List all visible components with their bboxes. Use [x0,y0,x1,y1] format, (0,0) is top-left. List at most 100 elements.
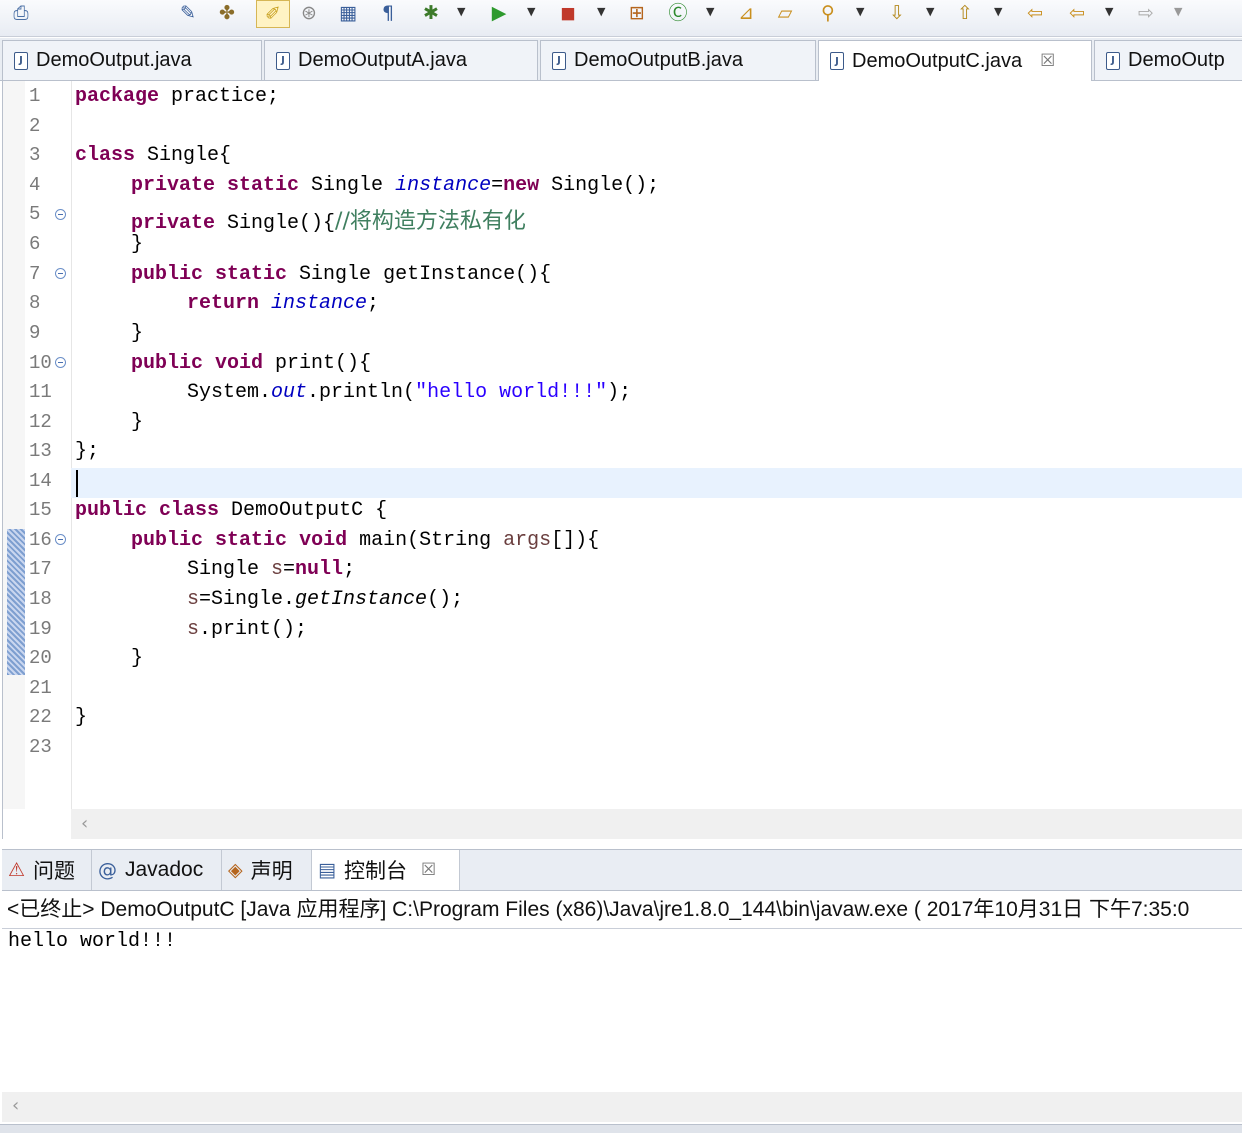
external-tools-icon[interactable]: ⊞ [624,0,650,26]
last-edit-icon[interactable]: ⇦ [1022,0,1048,26]
console-description: <已终止> DemoOutputC [Java 应用程序] C:\Program… [2,891,1242,929]
line-number: 13 [29,440,52,462]
line-number: 19 [29,618,52,640]
fold-icon[interactable] [55,534,66,545]
code-line: public static Single getInstance(){ [131,263,552,286]
chevron-down-icon[interactable]: ▼ [597,5,605,18]
code-editor[interactable]: 1 2 3 4 5 6 7 8 9 10 11 12 13 14 15 16 17 18 19 20 21 22 23 pa… [2,81,1242,839]
line-number: 15 [29,499,52,521]
line-number: 22 [29,706,52,728]
breakpoint-icon[interactable]: ⊛ [296,0,322,26]
code-line: }; [75,440,100,463]
tab-demooutputb[interactable]: J DemoOutputB.java [540,40,816,80]
line-number: 10 [29,352,52,374]
tab-label: DemoOutputB.java [574,49,743,71]
run-icon[interactable]: ▶ [486,0,512,26]
chevron-left-icon[interactable]: ‹ [12,1095,19,1116]
line-number: 7 [29,263,41,285]
views-tab-bar: ⚠ 问题 @ Javadoc ◈ 声明 ▤ 控制台 ☒ [2,849,1242,891]
fold-icon[interactable] [55,357,66,368]
code-line: private static Single instance=new Singl… [131,174,660,197]
chevron-down-icon[interactable]: ▼ [1174,5,1182,18]
highlight-icon[interactable]: ✐ [256,0,290,28]
tab-label: DemoOutputA.java [298,49,467,71]
tab-label: 问题 [33,860,76,883]
line-number: 1 [29,85,41,107]
line-number: 2 [29,115,41,137]
quick-diff-marker [7,529,25,675]
tab-demooutputc[interactable]: J DemoOutputC.java ☒ [818,40,1092,81]
text-caret [76,470,78,497]
fold-icon[interactable] [55,268,66,279]
printer-icon[interactable]: ⎙ [8,0,34,26]
line-number: 11 [29,381,52,403]
close-icon[interactable]: ☒ [421,860,436,880]
debug-icon[interactable]: ✱ [418,0,444,26]
tab-problems[interactable]: ⚠ 问题 [2,850,92,890]
java-file-icon: J [1106,51,1120,70]
tab-console[interactable]: ▤ 控制台 ☒ [312,850,460,890]
console-horizontal-scrollbar[interactable]: ‹ [2,1092,1242,1122]
chevron-down-icon[interactable]: ▼ [856,5,864,18]
code-line: private Single(){//将构造方法私有化 [131,209,526,235]
editor-horizontal-scrollbar[interactable]: ‹ [71,809,1242,839]
editor-tab-bar: J DemoOutput.java J DemoOutputA.java J D… [0,38,1242,81]
declaration-icon: ◈ [228,859,243,881]
line-number: 12 [29,411,52,433]
chevron-down-icon[interactable]: ▼ [457,5,465,18]
search-icon[interactable]: ⚲ [815,0,841,26]
tab-demooutput[interactable]: J DemoOutput.java [2,40,262,80]
code-line: s.print(); [187,618,308,641]
tab-declaration[interactable]: ◈ 声明 [222,850,312,890]
code-line: Single s=null; [187,558,356,581]
tab-label: DemoOutputC.java [852,49,1023,72]
line-number: 9 [29,322,41,344]
toggle-mark-icon[interactable]: ✤ [214,0,240,26]
previous-annotation-icon[interactable]: ⇧ [952,0,978,26]
code-line: System.out.println("hello world!!!"); [187,381,632,404]
code-line: return instance; [187,292,380,315]
line-number: 20 [29,647,52,669]
line-number: 23 [29,736,52,758]
chevron-left-icon[interactable]: ‹ [81,813,88,834]
tab-javadoc[interactable]: @ Javadoc [92,850,222,890]
code-line: s=Single.getInstance(); [187,588,464,611]
back-icon[interactable]: ⇦ [1064,0,1090,26]
java-file-icon: J [14,51,28,70]
code-line: public void print(){ [131,352,372,375]
problems-icon: ⚠ [8,859,26,881]
current-line-highlight [71,468,1242,498]
overview-ruler [3,81,25,809]
java-file-icon: J [552,51,566,70]
chevron-down-icon[interactable]: ▼ [1105,5,1113,18]
line-number: 8 [29,292,41,314]
chevron-down-icon[interactable]: ▼ [926,5,934,18]
code-line: public static void main(String args[]){ [131,529,600,552]
chevron-down-icon[interactable]: ▼ [706,5,714,18]
code-line: package practice; [75,85,280,108]
open-type-icon[interactable]: ⊿ [733,0,759,26]
code-line: } [75,706,88,729]
tab-label: 声明 [250,860,293,883]
forward-icon[interactable]: ⇨ [1133,0,1159,26]
code-line: } [131,411,144,434]
fold-icon[interactable] [55,209,66,220]
block-select-icon[interactable]: ▦ [335,0,361,26]
code-line: } [131,322,144,345]
close-icon[interactable]: ☒ [1040,51,1055,71]
console-output[interactable]: hello world!!! [8,930,176,960]
line-number: 16 [29,529,52,551]
new-class-icon[interactable]: Ⓒ [665,0,691,26]
javadoc-icon: @ [98,859,117,881]
chevron-down-icon[interactable]: ▼ [527,5,535,18]
open-task-icon[interactable]: ▱ [772,0,798,26]
pin-icon[interactable]: ✎ [175,0,201,26]
show-whitespace-icon[interactable]: ¶ [375,0,401,26]
code-line: class Single{ [75,144,232,167]
next-annotation-icon[interactable]: ⇩ [884,0,910,26]
tab-label: DemoOutput.java [36,49,192,71]
chevron-down-icon[interactable]: ▼ [994,5,1002,18]
coverage-icon[interactable]: ◼ [555,0,581,26]
tab-demooutputa[interactable]: J DemoOutputA.java [264,40,538,80]
tab-demooutp[interactable]: J DemoOutp [1094,40,1242,80]
